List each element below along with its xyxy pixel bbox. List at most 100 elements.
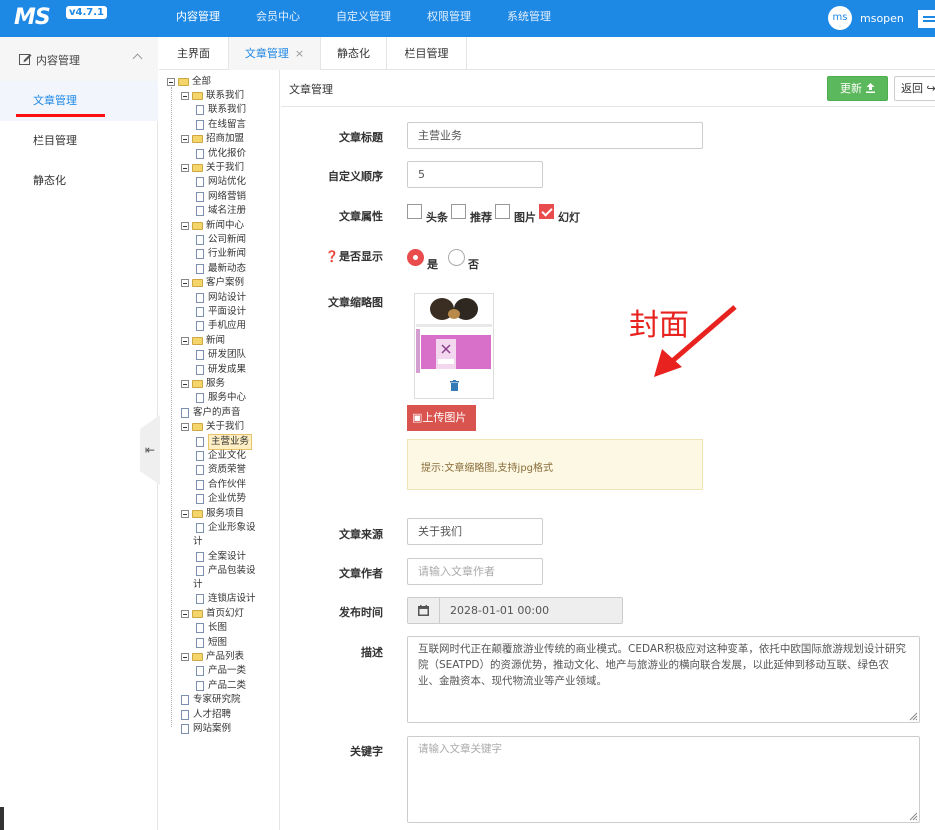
- tree-node[interactable]: 产品包装设: [196, 564, 256, 578]
- tree-node[interactable]: 长图: [196, 621, 227, 635]
- tree-node[interactable]: 联系我们: [181, 89, 244, 103]
- tree-node[interactable]: 产品一类: [196, 664, 246, 678]
- tree-node[interactable]: 短图: [196, 636, 227, 650]
- checkbox-headline[interactable]: [407, 204, 422, 219]
- tree-node[interactable]: 网站优化: [196, 175, 246, 189]
- sidebar-item-column-manage[interactable]: 栏目管理: [0, 121, 158, 161]
- collapse-icon[interactable]: [181, 92, 189, 100]
- tree-node[interactable]: 企业优势: [196, 492, 246, 506]
- tree-node[interactable]: 新闻: [181, 334, 225, 348]
- tree-node[interactable]: 产品列表: [181, 650, 244, 664]
- collapse-icon[interactable]: ⇤: [145, 443, 155, 457]
- tree-node[interactable]: 主营业务: [196, 433, 253, 450]
- tab-article-manage[interactable]: 文章管理 ×: [229, 37, 321, 70]
- collapse-icon[interactable]: [181, 423, 189, 432]
- sidebar-group-content[interactable]: 内容管理: [0, 37, 158, 81]
- tree-node[interactable]: 客户的声音: [181, 406, 241, 420]
- keyword-textarea[interactable]: 请输入文章关键字: [407, 736, 920, 823]
- upload-image-button[interactable]: ▣上传图片: [407, 405, 476, 431]
- tree-node[interactable]: 资质荣誉: [196, 463, 246, 477]
- tree-node[interactable]: 研发团队: [196, 348, 246, 362]
- topnav-system-manage[interactable]: 系统管理: [497, 0, 561, 37]
- radio-display-yes[interactable]: [407, 249, 424, 266]
- order-input[interactable]: 5: [407, 161, 543, 188]
- thumbnail-preview[interactable]: [414, 293, 494, 399]
- tab-column-manage[interactable]: 栏目管理: [387, 37, 467, 70]
- tree-node[interactable]: 服务: [181, 377, 225, 391]
- tree-node[interactable]: 在线留言: [196, 118, 246, 132]
- collapse-icon[interactable]: [181, 135, 189, 144]
- tree-node-label: 联系我们: [208, 104, 247, 116]
- tree-node[interactable]: 企业形象设: [196, 521, 256, 535]
- tree-node[interactable]: 关于我们: [181, 161, 244, 175]
- resize-handle-icon[interactable]: [909, 712, 918, 721]
- collapse-icon[interactable]: [181, 279, 189, 288]
- tree-node[interactable]: 连锁店设计: [196, 592, 256, 606]
- tab-home[interactable]: 主界面: [159, 37, 229, 70]
- checkbox-slide[interactable]: [539, 204, 554, 219]
- tree-node[interactable]: 新闻中心: [181, 219, 244, 233]
- order-label: 自定义顺序: [328, 170, 383, 183]
- checkbox-label: 幻灯: [558, 211, 580, 224]
- tree-node[interactable]: 研发成果: [196, 363, 246, 377]
- tree-node[interactable]: 人才招聘: [181, 708, 231, 722]
- tree-node[interactable]: 产品二类: [196, 679, 246, 693]
- description-textarea[interactable]: 互联网时代正在颠覆旅游业传统的商业模式。CEDAR积极应对这种变革，依托中欧国际…: [407, 636, 920, 723]
- tree-node[interactable]: 服务中心: [196, 391, 246, 405]
- checkbox-recommend[interactable]: [451, 204, 466, 219]
- user-name[interactable]: msopen: [860, 12, 904, 25]
- tree-node[interactable]: 全案设计: [196, 550, 246, 564]
- collapse-icon[interactable]: [181, 609, 189, 618]
- collapse-icon[interactable]: [181, 336, 189, 345]
- tree-node[interactable]: 网站案例: [181, 722, 231, 736]
- collapse-icon[interactable]: [181, 653, 189, 661]
- tree-node[interactable]: 最新动态: [196, 262, 246, 276]
- collapse-icon[interactable]: [181, 164, 189, 172]
- radio-display-no[interactable]: [448, 249, 465, 266]
- tree-node[interactable]: 联系我们: [196, 103, 246, 117]
- author-input[interactable]: 请输入文章作者: [407, 558, 543, 585]
- tree-node[interactable]: 专家研究院: [181, 693, 241, 707]
- collapse-icon[interactable]: [181, 221, 189, 230]
- tree-node[interactable]: 服务项目: [181, 507, 244, 521]
- app-logo[interactable]: MS: [14, 5, 51, 30]
- topnav-permission-manage[interactable]: 权限管理: [417, 0, 481, 37]
- collapse-icon[interactable]: [181, 380, 189, 388]
- close-icon[interactable]: ×: [295, 47, 304, 60]
- chevron-up-icon[interactable]: [132, 53, 143, 64]
- topnav-content-manage[interactable]: 内容管理: [166, 0, 230, 37]
- topnav-custom-manage[interactable]: 自定义管理: [326, 0, 401, 37]
- tree-node[interactable]: 优化报价: [196, 147, 246, 161]
- tree-node[interactable]: 平面设计: [196, 305, 246, 319]
- title-input[interactable]: 主营业务: [407, 122, 703, 149]
- date-picker[interactable]: 2028-01-01 00:00: [407, 597, 623, 624]
- topnav-member-center[interactable]: 会员中心: [246, 0, 310, 37]
- resize-handle-icon[interactable]: [909, 812, 918, 821]
- tree-node[interactable]: 招商加盟: [181, 132, 244, 146]
- tree-node[interactable]: 公司新闻: [196, 233, 246, 247]
- tree-node[interactable]: 手机应用: [196, 319, 246, 333]
- source-input[interactable]: 关于我们: [407, 518, 543, 545]
- checkbox-image[interactable]: [495, 204, 510, 219]
- tree-node[interactable]: 关于我们: [181, 420, 244, 434]
- tree-node[interactable]: 客户案例: [181, 276, 244, 290]
- tab-static[interactable]: 静态化: [321, 37, 387, 70]
- tree-node[interactable]: 域名注册: [196, 204, 246, 218]
- tree-node[interactable]: 网站设计: [196, 291, 246, 305]
- menu-toggle-icon[interactable]: [918, 10, 935, 28]
- back-button[interactable]: 返回 ↪: [894, 76, 935, 101]
- tree-node[interactable]: 首页幻灯: [181, 607, 244, 621]
- tree-node-root[interactable]: 全部: [167, 75, 211, 89]
- avatar[interactable]: ms: [828, 6, 852, 30]
- collapse-icon[interactable]: [167, 78, 175, 86]
- tree-node[interactable]: 网络营销: [196, 190, 246, 204]
- trash-icon[interactable]: [450, 380, 459, 391]
- update-button[interactable]: 更新: [827, 76, 888, 101]
- tree-node[interactable]: 企业文化: [196, 449, 246, 463]
- tree-node[interactable]: 合作伙伴: [196, 478, 246, 492]
- collapse-icon[interactable]: [181, 509, 189, 518]
- calendar-icon[interactable]: [408, 598, 440, 623]
- user-menu[interactable]: ms msopen: [828, 6, 904, 30]
- sidebar-item-static[interactable]: 静态化: [0, 161, 158, 201]
- tree-node[interactable]: 行业新闻: [196, 247, 246, 261]
